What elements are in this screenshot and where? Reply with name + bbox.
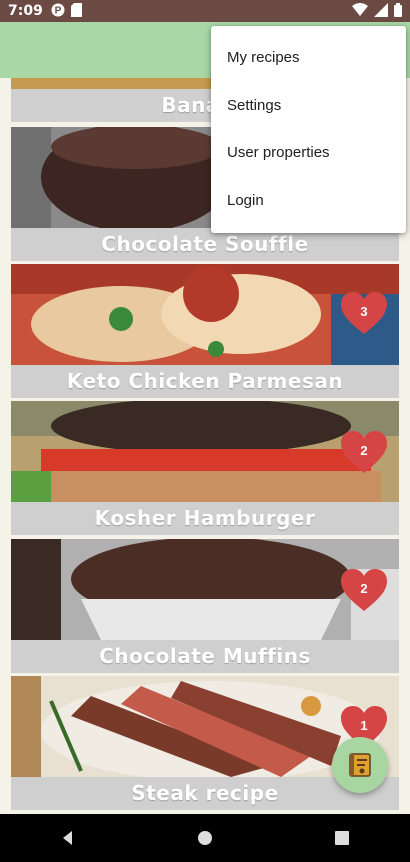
like-badge[interactable]: 2 — [341, 569, 387, 613]
recipe-title: Chocolate Muffins — [11, 640, 399, 673]
signal-icon — [374, 2, 388, 21]
home-button[interactable] — [185, 818, 225, 858]
recents-icon — [334, 831, 349, 845]
status-time: 7:09 — [8, 3, 43, 19]
menu-item-my-recipes[interactable]: My recipes — [211, 34, 406, 82]
like-count: 3 — [360, 304, 368, 319]
home-icon — [197, 831, 212, 845]
overflow-menu: My recipes Settings User properties Logi… — [211, 26, 406, 233]
recipe-book-icon — [349, 753, 371, 777]
menu-item-user-properties[interactable]: User properties — [211, 129, 406, 177]
add-recipe-fab[interactable] — [332, 737, 388, 793]
like-count: 2 — [360, 443, 368, 458]
menu-item-settings[interactable]: Settings — [211, 82, 406, 130]
navigation-bar — [0, 814, 410, 862]
p-circle-icon: P — [51, 2, 65, 21]
recipe-title: Kosher Hamburger — [11, 502, 399, 535]
back-icon — [63, 831, 73, 845]
sd-card-icon — [70, 2, 82, 21]
wifi-icon — [352, 2, 368, 21]
recipe-title: Keto Chicken Parmesan — [11, 365, 399, 398]
status-bar: 7:09 P — [0, 0, 410, 22]
battery-icon — [394, 2, 402, 21]
recents-button[interactable] — [322, 818, 362, 858]
svg-text:P: P — [54, 5, 61, 16]
like-count: 1 — [360, 718, 368, 733]
like-count: 2 — [360, 581, 368, 596]
menu-item-login[interactable]: Login — [211, 177, 406, 225]
back-button[interactable] — [48, 818, 88, 858]
like-badge[interactable]: 3 — [341, 292, 387, 336]
like-badge[interactable]: 2 — [341, 431, 387, 475]
